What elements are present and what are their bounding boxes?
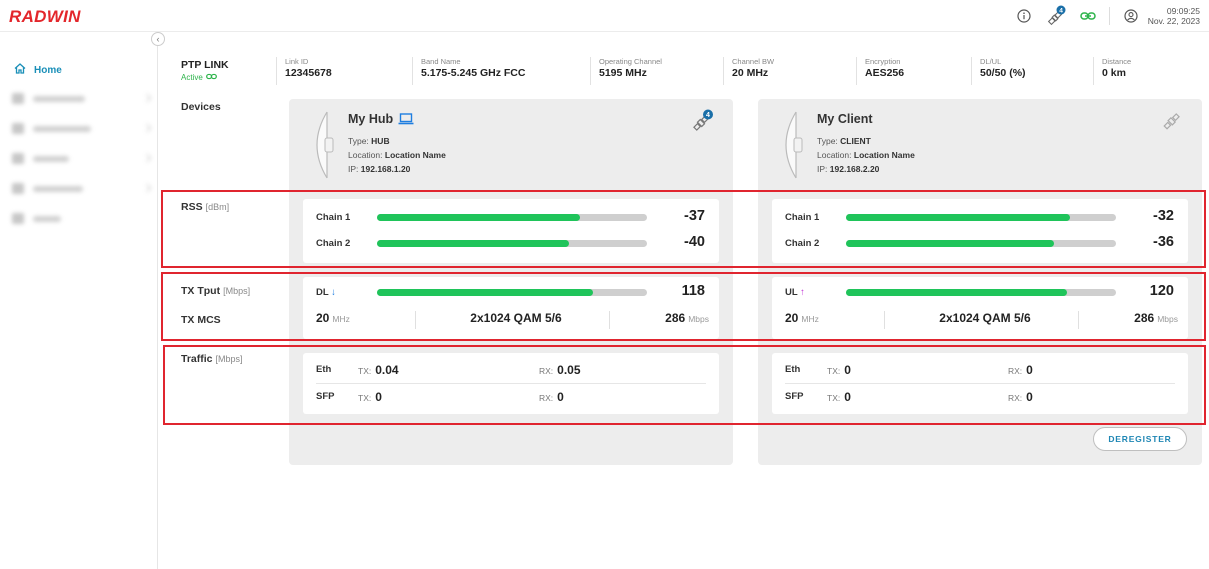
- device-type: Type: CLIENT: [817, 136, 871, 146]
- sidebar-item-home[interactable]: Home: [14, 63, 62, 77]
- field-label: Distance: [1102, 57, 1132, 66]
- satellite-icon[interactable]: [1160, 109, 1184, 133]
- sidebar-item-blurred[interactable]: [12, 153, 152, 164]
- device-type: Type: HUB: [348, 136, 390, 146]
- band-name-field: Band Name 5.175-5.245 GHz FCC: [412, 57, 525, 85]
- field-value: 12345678: [285, 67, 332, 79]
- sidebar: Home: [0, 33, 158, 569]
- satellite-badge: 4: [706, 112, 710, 119]
- laptop-icon: [398, 113, 414, 125]
- deregister-button[interactable]: DEREGISTER: [1093, 427, 1187, 451]
- field-value: 5.175-5.245 GHz FCC: [421, 67, 526, 79]
- traffic-highlight-box: [163, 345, 1206, 425]
- user-icon[interactable]: [1120, 5, 1142, 27]
- sidebar-item-blurred[interactable]: [12, 213, 61, 224]
- datetime: 09:09:25 Nov. 22, 2023: [1148, 6, 1200, 26]
- field-label: Link ID: [285, 57, 309, 66]
- satellite-badge: 4: [1059, 7, 1063, 14]
- channel-bw-field: Channel BW 20 MHz: [723, 57, 774, 85]
- menu-icon: [12, 93, 24, 104]
- device-ip: IP: 192.168.2.20: [817, 164, 880, 174]
- link-status-text: Active: [181, 73, 203, 82]
- top-bar: RADWIN 4 09:09:25 Nov. 22, 2023: [0, 0, 1209, 32]
- menu-icon: [12, 153, 24, 164]
- chevron-right-icon: [142, 93, 152, 103]
- field-value: 20 MHz: [732, 67, 769, 79]
- device-name: My Client: [817, 112, 873, 126]
- operating-channel-field: Operating Channel 5195 MHz: [590, 57, 662, 85]
- sidebar-collapse-button[interactable]: ‹: [151, 32, 165, 46]
- menu-icon: [12, 213, 24, 224]
- satellite-status-icon[interactable]: 4: [1045, 5, 1067, 27]
- distance-field: Distance 0 km: [1093, 57, 1131, 85]
- device-location: Location: Location Name: [348, 150, 446, 160]
- field-label: DL/UL: [980, 57, 1002, 66]
- sidebar-item-blurred[interactable]: [12, 93, 152, 104]
- field-value: 5195 MHz: [599, 67, 647, 79]
- radwin-logo[interactable]: RADWIN: [9, 7, 81, 27]
- dl-ul-field: DL/UL 50/50 (%): [971, 57, 1026, 85]
- devices-label: Devices: [181, 101, 221, 113]
- sidebar-item-label: Home: [34, 64, 62, 76]
- field-label: Channel BW: [732, 57, 775, 66]
- field-label: Operating Channel: [599, 57, 662, 66]
- link-id-field: Link ID 12345678: [276, 57, 332, 85]
- chevron-right-icon: [142, 183, 152, 193]
- date: Nov. 22, 2023: [1147, 16, 1200, 26]
- link-icon[interactable]: [1077, 5, 1099, 27]
- satellite-icon[interactable]: 4: [691, 109, 715, 133]
- menu-icon: [12, 123, 24, 134]
- menu-icon: [12, 183, 24, 194]
- time: 09:09:25: [1166, 6, 1200, 16]
- dish-antenna-icon: [785, 111, 803, 179]
- link-icon: [205, 73, 217, 82]
- ptp-link-title: PTP LINK: [181, 59, 229, 71]
- sidebar-item-blurred[interactable]: [12, 183, 152, 194]
- device-ip: IP: 192.168.1.20: [348, 164, 411, 174]
- sidebar-item-blurred[interactable]: [12, 123, 152, 134]
- field-value: AES256: [865, 67, 905, 79]
- field-value: 50/50 (%): [980, 67, 1026, 79]
- divider: [1108, 7, 1110, 25]
- home-icon: [14, 63, 26, 77]
- device-location: Location: Location Name: [817, 150, 915, 160]
- top-icons: 4 09:09:25 Nov. 22, 2023: [1003, 4, 1200, 28]
- info-icon[interactable]: [1013, 5, 1035, 27]
- dish-antenna-icon: [316, 111, 334, 179]
- device-name: My Hub: [348, 112, 414, 126]
- link-status: Active: [181, 73, 217, 82]
- throughput-highlight-box: [161, 272, 1206, 341]
- chevron-right-icon: [142, 123, 152, 133]
- field-label: Band Name: [421, 57, 461, 66]
- rss-highlight-box: [161, 190, 1206, 268]
- encryption-field: Encryption AES256: [856, 57, 904, 85]
- chevron-right-icon: [142, 153, 152, 163]
- field-value: 0 km: [1102, 67, 1126, 79]
- field-label: Encryption: [865, 57, 901, 66]
